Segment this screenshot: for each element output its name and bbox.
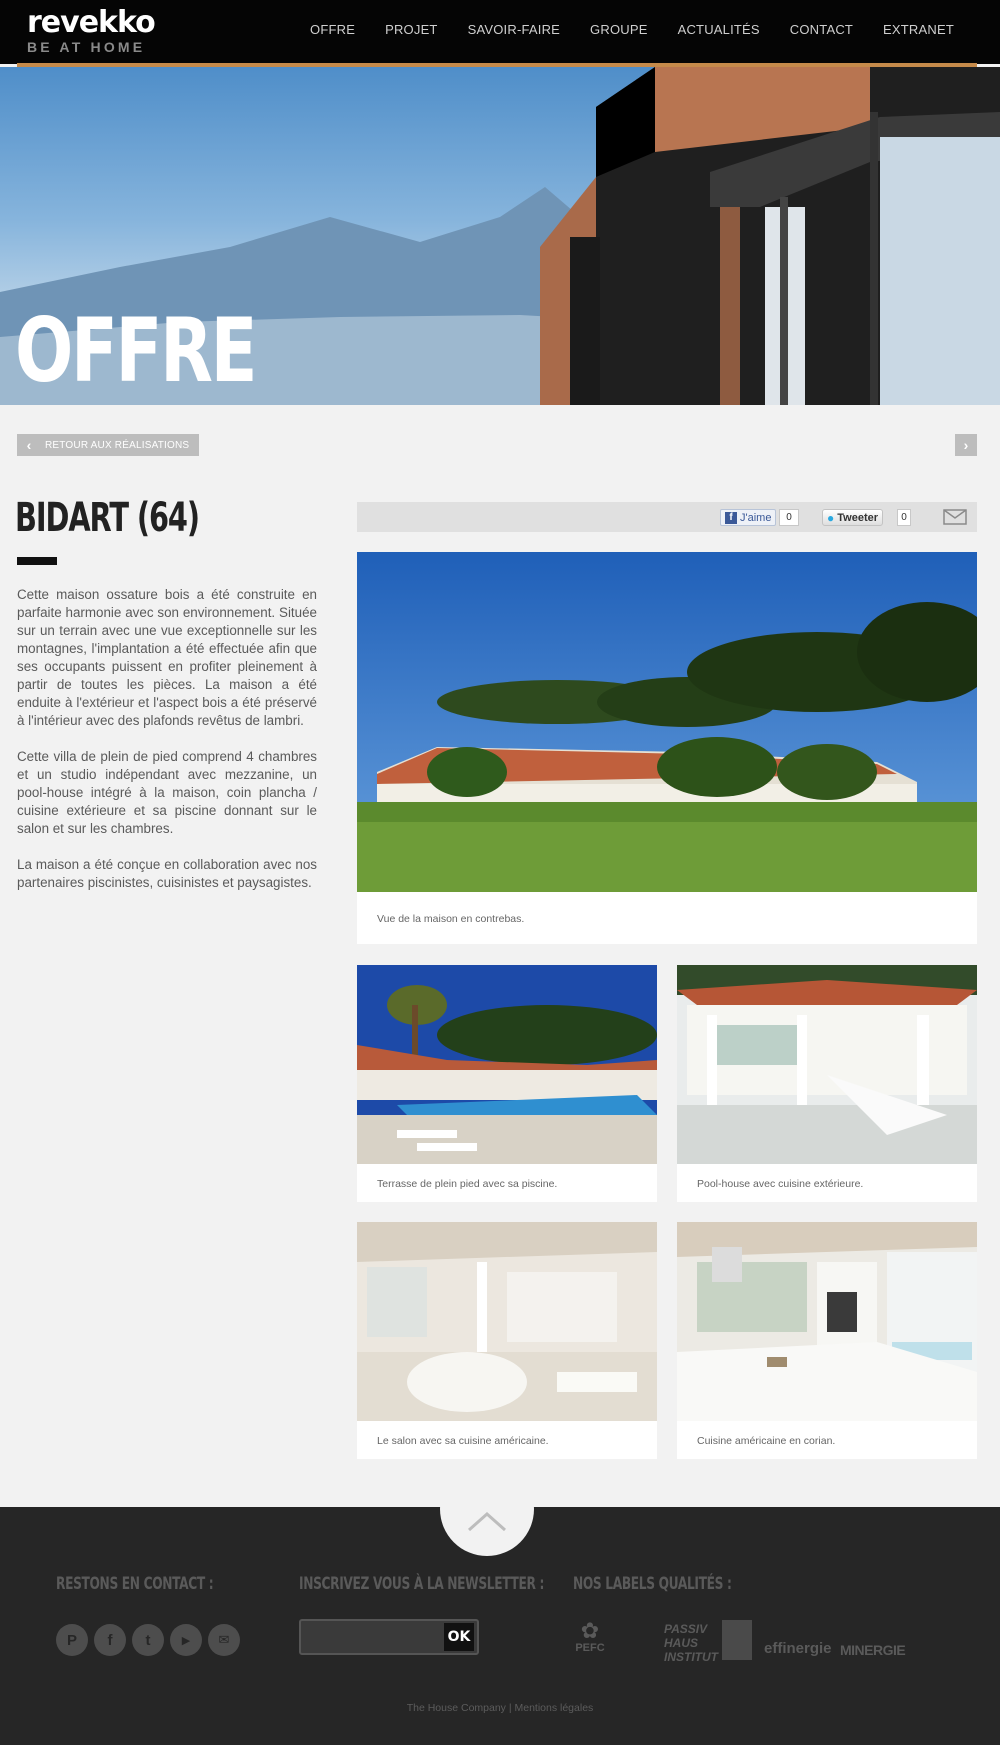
nav-item-actualites[interactable]: ACTUALITÉS — [678, 22, 760, 37]
back-button-label: RETOUR AUX RÉALISATIONS — [45, 439, 190, 451]
newsletter-heading: INSCRIVEZ VOUS À LA NEWSLETTER : — [299, 1574, 544, 1594]
newsletter-submit-button[interactable]: OK — [444, 1623, 474, 1651]
institut-line: INSTITUT — [664, 1650, 718, 1664]
nav-item-extranet[interactable]: EXTRANET — [883, 22, 954, 37]
passiv-haus-logo: PASSIV HAUS INSTITUT — [620, 1622, 718, 1664]
tweet-label: Tweeter — [837, 511, 879, 524]
brand-logo[interactable]: revekko BE AT HOME — [27, 5, 156, 56]
brand-name: revekko — [27, 5, 156, 40]
photo-kitchen[interactable] — [677, 1222, 977, 1421]
project-description: Cette maison ossature bois a été constru… — [17, 586, 317, 910]
twitter-icon[interactable]: t — [132, 1624, 164, 1656]
description-paragraph: La maison a été conçue en collaboration … — [17, 857, 317, 890]
photo-caption: Cuisine américaine en corian. — [697, 1435, 836, 1447]
nav-item-groupe[interactable]: GROUPE — [590, 22, 648, 37]
photo-caption: Pool-house avec cuisine extérieure. — [697, 1178, 864, 1190]
like-count: 0 — [779, 509, 799, 526]
pefc-label: PEFC — [575, 1642, 605, 1654]
photo-living-room[interactable] — [357, 1222, 657, 1421]
contact-heading: RESTONS EN CONTACT : — [56, 1574, 214, 1594]
back-to-projects-button[interactable]: ‹ RETOUR AUX RÉALISATIONS — [17, 434, 199, 456]
photo-caption: Vue de la maison en contrebas. — [377, 913, 525, 925]
pefc-logo: ✿ PEFC — [573, 1618, 607, 1655]
photo-caption: Le salon avec sa cuisine américaine. — [377, 1435, 549, 1447]
tweet-button[interactable]: ● Tweeter — [822, 509, 884, 526]
tweet-count: 0 — [897, 509, 911, 526]
company-link[interactable]: The House Company — [407, 1702, 506, 1714]
passiv-line: PASSIV — [664, 1622, 708, 1636]
like-label: J'aime — [740, 511, 772, 524]
description-paragraph: Cette villa de plein de pied comprend 4 … — [17, 749, 317, 836]
photo-card[interactable]: Le salon avec sa cuisine américaine. — [357, 1222, 657, 1459]
chevron-right-icon: › — [963, 437, 969, 453]
description-paragraph: Cette maison ossature bois a été constru… — [17, 587, 317, 728]
legal-notice-link[interactable]: Mentions légales — [514, 1702, 593, 1714]
facebook-icon: f — [725, 511, 737, 524]
effinergie-logo: effinergie — [764, 1640, 832, 1657]
pinterest-icon[interactable]: P — [56, 1624, 88, 1656]
facebook-like-button[interactable]: f J'aime — [720, 509, 777, 526]
hero-banner: OFFRE — [0, 67, 1000, 405]
share-bar: f J'aime 0 ● Tweeter 0 — [357, 502, 977, 532]
minergie-logo: MINERGIE — [840, 1642, 906, 1658]
photo-pool-house[interactable] — [677, 965, 977, 1164]
brand-tagline: BE AT HOME — [27, 39, 146, 55]
labels-heading: NOS LABELS QUALITÉS : — [573, 1574, 732, 1594]
photo-card[interactable]: Terrasse de plein pied avec sa piscine. — [357, 965, 657, 1202]
photo-card[interactable]: Cuisine américaine en corian. — [677, 1222, 977, 1459]
mail-icon[interactable]: ✉ — [208, 1624, 240, 1656]
chevron-up-icon — [468, 1512, 506, 1532]
facebook-icon[interactable]: f — [94, 1624, 126, 1656]
photo-pool-terrace[interactable] — [357, 965, 657, 1164]
footer-links: The House Company | Mentions légales — [0, 1702, 1000, 1714]
photo-caption: Terrasse de plein pied avec sa piscine. — [377, 1178, 558, 1190]
title-divider — [17, 557, 57, 565]
photo-card[interactable]: Vue de la maison en contrebas. — [357, 552, 977, 944]
pefc-mark-icon: ✿ — [580, 1618, 600, 1643]
photo-card[interactable]: Pool-house avec cuisine extérieure. — [677, 965, 977, 1202]
next-project-button[interactable]: › — [955, 434, 977, 456]
photo-exterior-view[interactable] — [357, 552, 977, 892]
nav-item-contact[interactable]: CONTACT — [790, 22, 853, 37]
project-title: BIDART (64) — [15, 495, 200, 541]
fsc-logo-icon — [722, 1620, 752, 1660]
mail-icon[interactable] — [943, 509, 967, 525]
hero-title: OFFRE — [15, 299, 258, 402]
haus-line: HAUS — [664, 1636, 699, 1650]
nav-item-savoir-faire[interactable]: SAVOIR-FAIRE — [468, 22, 560, 37]
youtube-icon[interactable]: ▶ — [170, 1624, 202, 1656]
site-header: revekko BE AT HOME OFFRE PROJET SAVOIR-F… — [0, 0, 1000, 67]
main-nav: OFFRE PROJET SAVOIR-FAIRE GROUPE ACTUALI… — [280, 22, 954, 37]
scroll-to-top-button[interactable] — [440, 1462, 534, 1556]
chevron-left-icon: ‹ — [26, 437, 32, 453]
twitter-bird-icon: ● — [827, 510, 835, 525]
nav-item-offre[interactable]: OFFRE — [310, 22, 355, 37]
nav-item-projet[interactable]: PROJET — [385, 22, 437, 37]
